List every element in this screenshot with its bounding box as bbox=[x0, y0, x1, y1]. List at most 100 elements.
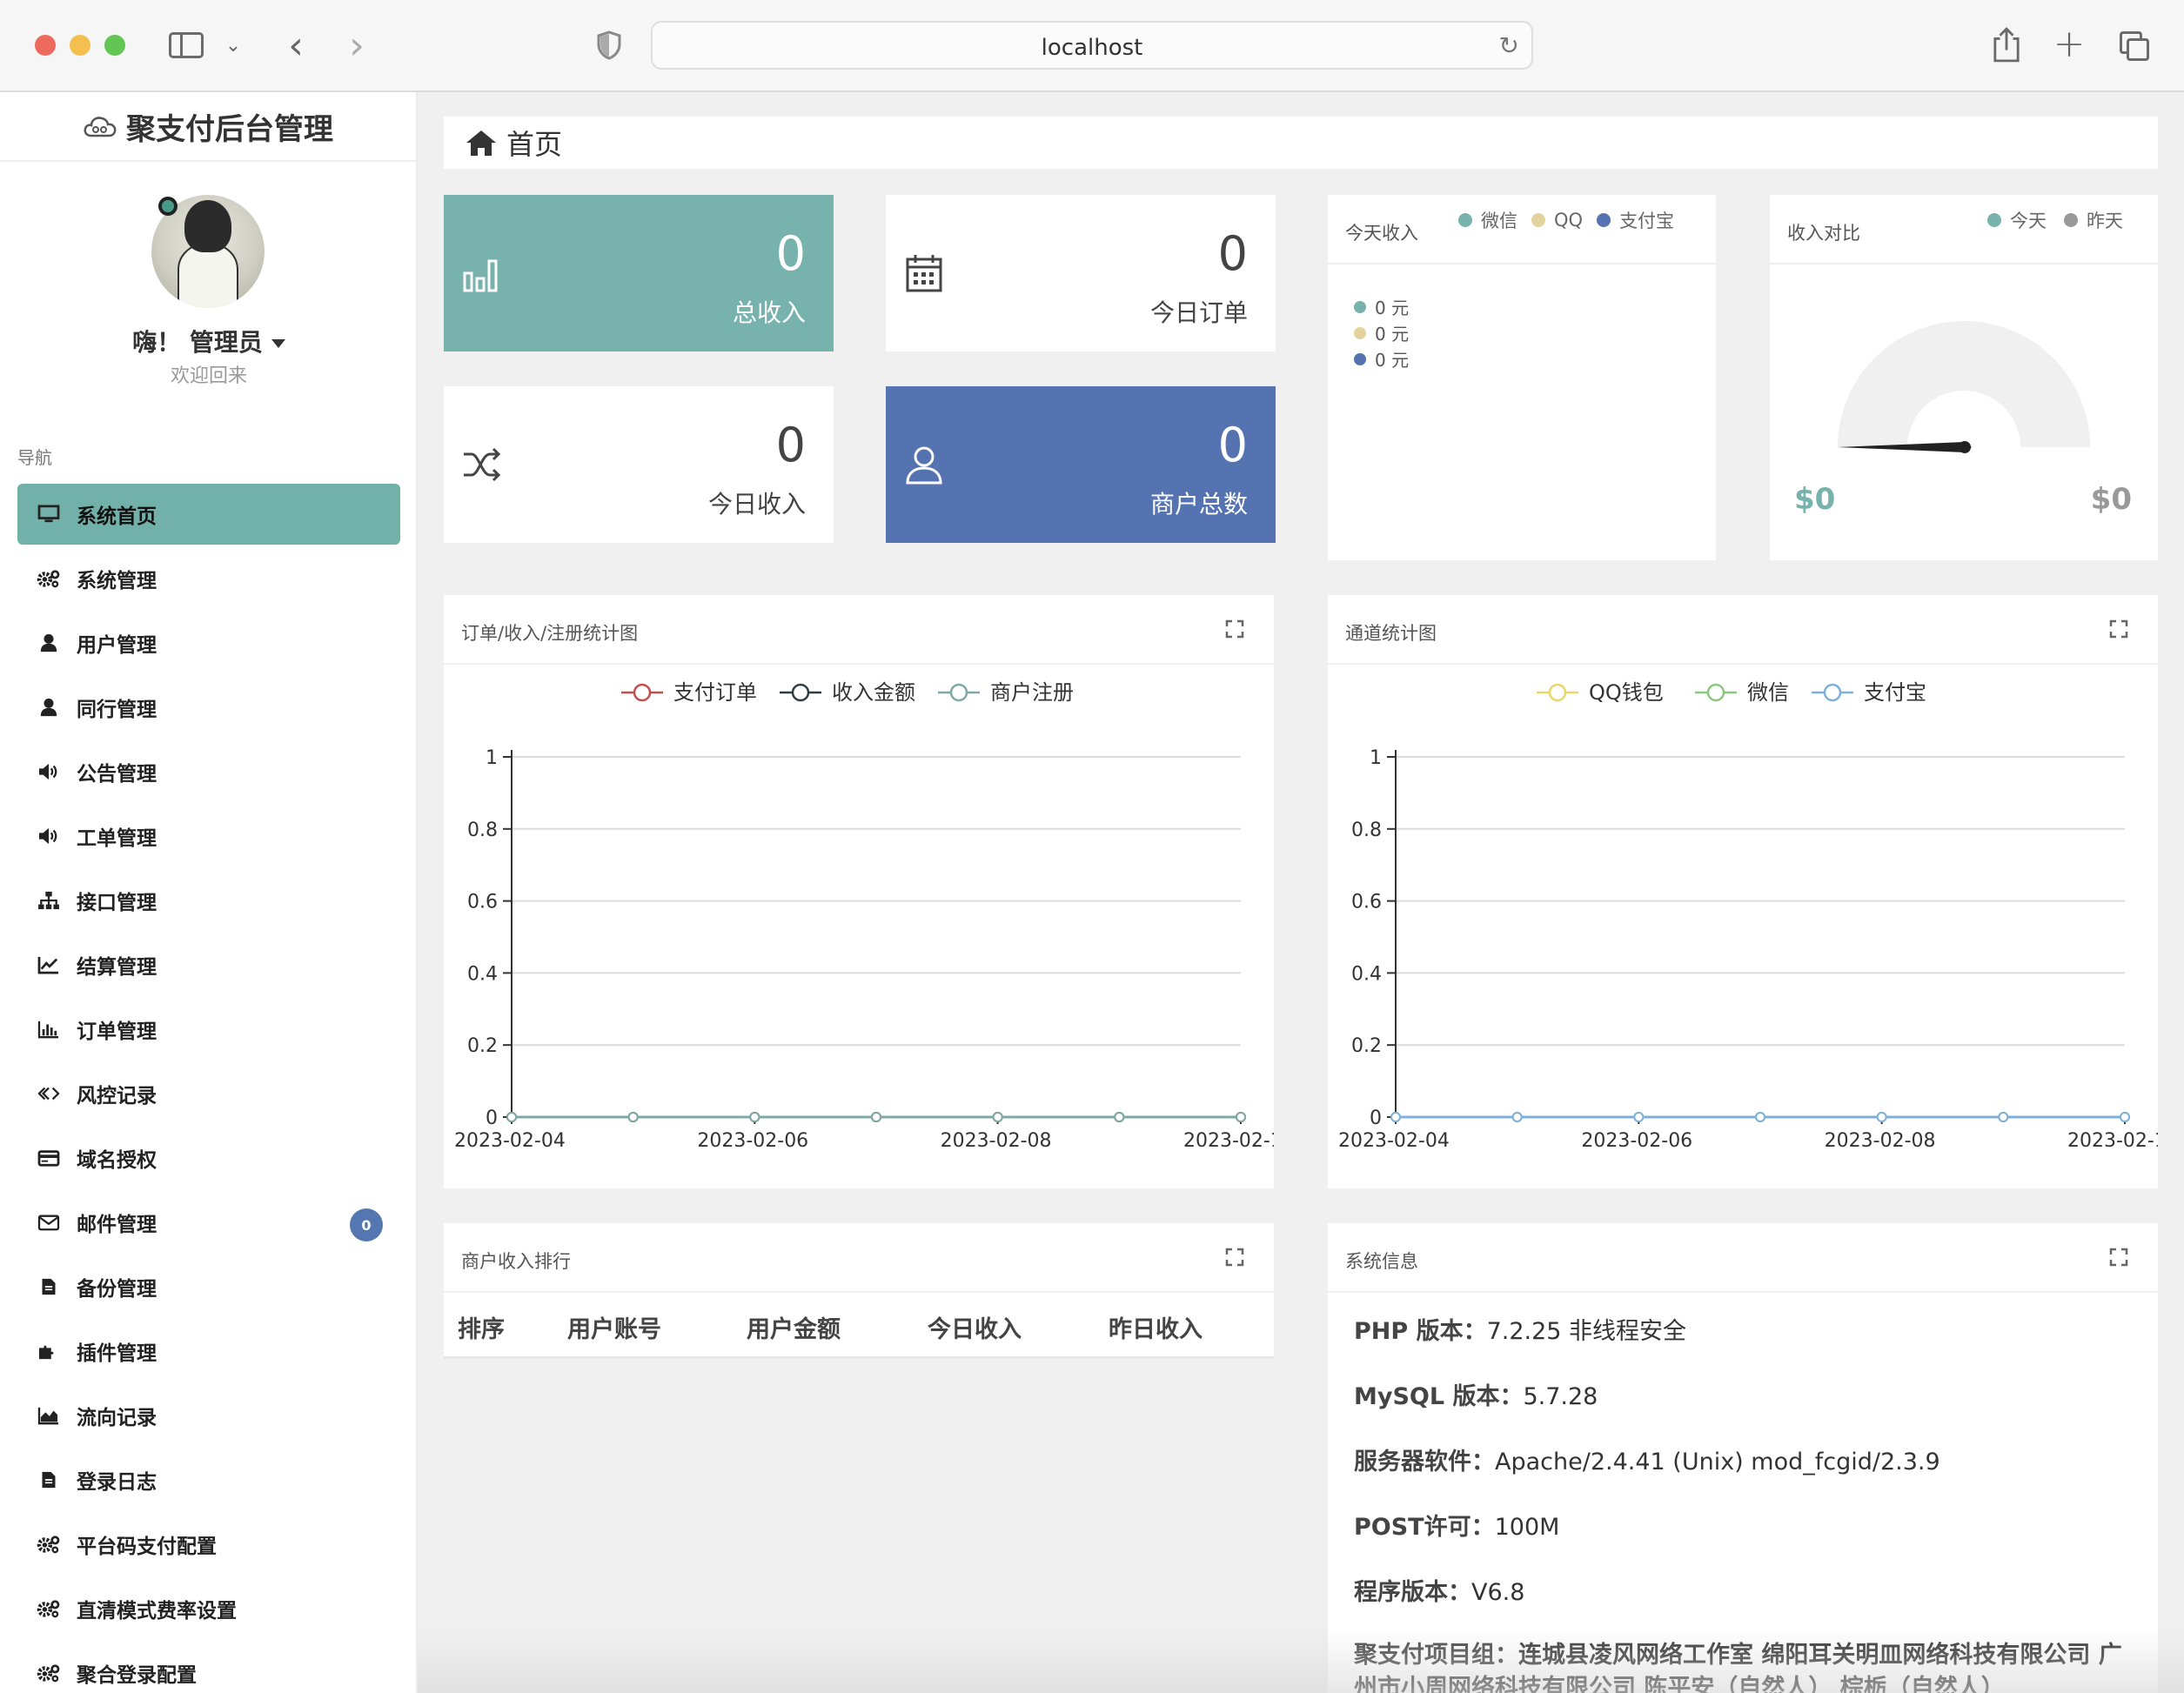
x-tick-label: 2023-02-1 bbox=[2067, 1130, 2158, 1152]
zoom-window-button[interactable] bbox=[104, 35, 125, 56]
data-point[interactable] bbox=[1755, 1112, 1765, 1122]
data-point[interactable] bbox=[1390, 1112, 1401, 1122]
x-tick-label: 2023-02-08 bbox=[941, 1130, 1052, 1152]
sidebar-item[interactable]: 用户管理 bbox=[17, 612, 400, 673]
sidebar-item[interactable]: 系统管理 bbox=[17, 548, 400, 609]
sidebar-item[interactable]: 平台码支付配置 bbox=[17, 1514, 400, 1575]
gears-icon bbox=[35, 566, 63, 591]
legend-item[interactable]: 收入金额 bbox=[780, 680, 915, 705]
sidebar-item[interactable]: 订单管理 bbox=[17, 999, 400, 1060]
data-point[interactable] bbox=[2120, 1112, 2130, 1122]
stat-card-today-income: 0 今日收入 bbox=[444, 386, 834, 543]
legend-item[interactable]: 商户注册 bbox=[938, 680, 1074, 705]
tab-overview-icon[interactable] bbox=[2116, 26, 2151, 64]
sidebar-item[interactable]: 直清模式费率设置 bbox=[17, 1578, 400, 1639]
stat-value: 0 bbox=[1217, 418, 1248, 472]
legend-item[interactable]: QQ钱包 bbox=[1537, 680, 1664, 705]
data-point[interactable] bbox=[627, 1112, 639, 1122]
code-icon bbox=[35, 1081, 63, 1106]
sidebar-item[interactable]: 流向记录 bbox=[17, 1385, 400, 1446]
sidebar-item-label: 域名授权 bbox=[77, 1149, 157, 1172]
expand-icon[interactable] bbox=[2109, 1248, 2128, 1267]
bar-chart-icon bbox=[35, 1017, 63, 1041]
chevron-down-icon[interactable]: ⌄ bbox=[223, 30, 244, 61]
sidebar-item[interactable]: 风控记录 bbox=[17, 1063, 400, 1124]
browser-toolbar: ⌄ ‹ › localhost ↻ + bbox=[0, 0, 2184, 92]
column-header[interactable]: 用户金额 bbox=[747, 1310, 841, 1344]
sidebar-item-label: 聚合登录配置 bbox=[77, 1664, 197, 1687]
sidebar-item[interactable]: 接口管理 bbox=[17, 870, 400, 931]
y-tick-label: 0.2 bbox=[1351, 1035, 1382, 1057]
data-point[interactable] bbox=[506, 1112, 517, 1122]
back-icon[interactable]: ‹ bbox=[278, 23, 313, 68]
expand-icon[interactable] bbox=[1225, 1248, 1244, 1267]
sidebar-item[interactable]: 系统首页 bbox=[17, 484, 400, 545]
address-bar[interactable]: localhost ↻ bbox=[651, 21, 1533, 70]
x-tick-label: 2023-02-06 bbox=[697, 1130, 808, 1152]
y-tick-label: 0.8 bbox=[1351, 820, 1382, 841]
sidebar-item[interactable]: 邮件管理 0 bbox=[17, 1192, 400, 1253]
column-header[interactable]: 用户账号 bbox=[567, 1310, 661, 1344]
data-point[interactable] bbox=[1633, 1112, 1645, 1122]
forward-icon[interactable]: › bbox=[339, 23, 374, 68]
sidebar-menu: 系统首页系统管理用户管理同行管理 公告管理 工单管理 接口管理 结算管理 订单管理 风控记录… bbox=[17, 484, 400, 1693]
sidebar-toggle-icon[interactable] bbox=[167, 26, 205, 64]
nav-heading: 导航 bbox=[17, 447, 52, 468]
legend-dot bbox=[1987, 213, 2001, 227]
column-header[interactable]: 排序 bbox=[458, 1310, 505, 1344]
y-tick-label: 1 bbox=[486, 747, 498, 769]
sidebar-item[interactable]: 备份管理 bbox=[17, 1256, 400, 1317]
revenue-value: 0 元 bbox=[1375, 350, 1410, 371]
revenue-row-wechat: 0 元 bbox=[1354, 294, 1409, 319]
gears-icon bbox=[35, 1532, 63, 1556]
y-tick-label: 0 bbox=[486, 1107, 498, 1129]
sitemap-icon bbox=[35, 888, 63, 913]
sidebar-item-label: 系统管理 bbox=[77, 570, 157, 592]
reload-icon[interactable]: ↻ bbox=[1499, 31, 1519, 60]
privacy-shield-icon[interactable] bbox=[593, 28, 625, 63]
sidebar-item[interactable]: 聚合登录配置 bbox=[17, 1643, 400, 1693]
share-icon[interactable] bbox=[1989, 24, 2024, 66]
legend-item[interactable]: 支付订单 bbox=[621, 680, 757, 705]
stat-value: 0 bbox=[775, 418, 806, 472]
y-tick-label: 0.4 bbox=[467, 963, 498, 985]
stat-label: 商户总数 bbox=[1149, 490, 1248, 519]
gears-icon bbox=[35, 1661, 63, 1685]
column-header[interactable]: 昨日收入 bbox=[1109, 1310, 1203, 1344]
revenue-row-alipay: 0 元 bbox=[1354, 346, 1409, 371]
sidebar-item-label: 用户管理 bbox=[77, 634, 157, 657]
data-point[interactable] bbox=[871, 1112, 881, 1122]
sidebar-item[interactable]: 工单管理 bbox=[17, 806, 400, 867]
sidebar-item[interactable]: 域名授权 bbox=[17, 1128, 400, 1188]
system-info-card: 系统信息 PHP 版本：7.2.25 非线程安全 MySQL 版本：5.7.28… bbox=[1328, 1223, 2158, 1693]
data-point[interactable] bbox=[1876, 1112, 1887, 1122]
card-title: 今天收入 bbox=[1345, 223, 1418, 244]
new-tab-icon[interactable]: + bbox=[2050, 22, 2088, 66]
expand-icon[interactable] bbox=[1225, 619, 1244, 639]
data-point[interactable] bbox=[1236, 1112, 1246, 1122]
sidebar-item[interactable]: 同行管理 bbox=[17, 677, 400, 738]
minimize-window-button[interactable] bbox=[70, 35, 90, 56]
cloud-icon bbox=[84, 117, 117, 137]
legend-label: 收入金额 bbox=[832, 680, 915, 705]
user-menu[interactable]: 嗨！ 管理员 bbox=[0, 324, 418, 358]
data-point[interactable] bbox=[749, 1112, 760, 1122]
info-value: 7.2.25 非线程安全 bbox=[1486, 1318, 1687, 1345]
sidebar-item[interactable]: 登录日志 bbox=[17, 1449, 400, 1510]
data-point[interactable] bbox=[1998, 1112, 2009, 1122]
legend-item[interactable]: 微信 bbox=[1695, 680, 1789, 705]
sidebar-item-label: 直清模式费率设置 bbox=[77, 1600, 237, 1623]
sidebar-item[interactable]: 公告管理 bbox=[17, 741, 400, 802]
sidebar-item[interactable]: 插件管理 bbox=[17, 1321, 400, 1382]
close-window-button[interactable] bbox=[35, 35, 56, 56]
data-point[interactable] bbox=[992, 1112, 1003, 1122]
gears-icon bbox=[35, 1596, 63, 1621]
orders-line-chart: 支付订单 收入金额 商户注册 0 0.2 0.4 0.6 0.8 1 2023-02-04 2023… bbox=[454, 680, 1274, 1152]
sidebar-item[interactable]: 结算管理 bbox=[17, 934, 400, 995]
data-point[interactable] bbox=[1511, 1112, 1523, 1122]
legend-item[interactable]: 支付宝 bbox=[1812, 680, 1926, 705]
file-icon bbox=[35, 1275, 63, 1299]
data-point[interactable] bbox=[1114, 1112, 1125, 1122]
expand-icon[interactable] bbox=[2109, 619, 2128, 639]
column-header[interactable]: 今日收入 bbox=[928, 1310, 1022, 1344]
